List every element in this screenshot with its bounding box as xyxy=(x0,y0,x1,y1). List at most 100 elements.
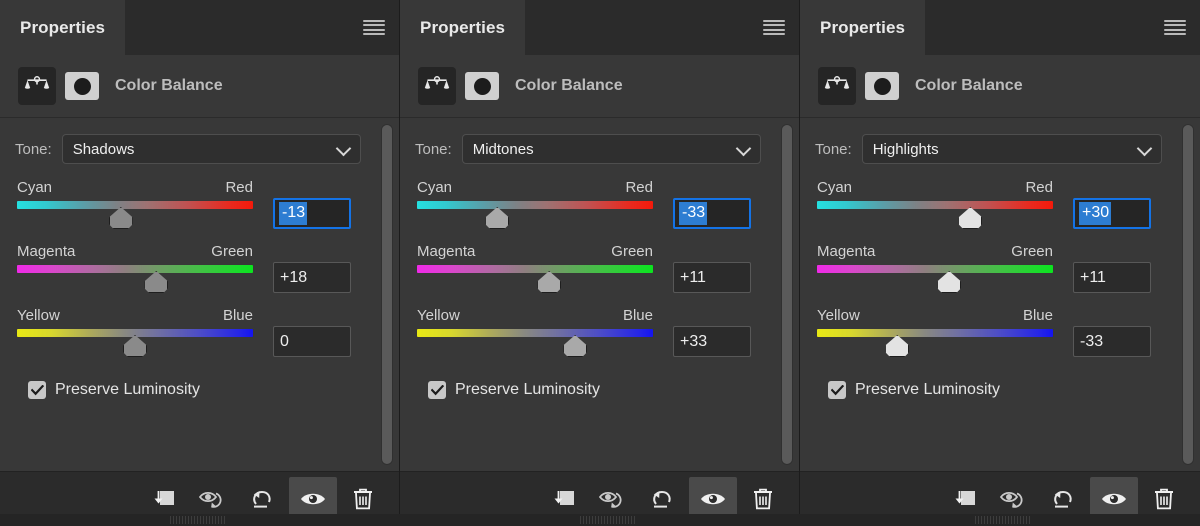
slider-left-label: Magenta xyxy=(817,243,876,260)
slider-captions: Magenta Green xyxy=(415,243,655,263)
slider-thumb[interactable] xyxy=(958,207,983,229)
scrollbar-thumb[interactable] xyxy=(782,125,792,464)
slider-list: Cyan Red +30 Magenta Green +11 Yellow Bl… xyxy=(800,179,1200,359)
tab-properties[interactable]: Properties xyxy=(0,0,126,55)
panel-scrollbar[interactable] xyxy=(781,124,793,465)
panel-tab-bar: Properties xyxy=(800,0,1200,55)
slider-captions: Yellow Blue xyxy=(15,307,255,327)
hamburger-icon[interactable] xyxy=(1164,20,1186,35)
slider-track-area[interactable] xyxy=(817,263,1053,295)
slider-value-input[interactable]: -33 xyxy=(673,198,751,229)
scrollbar-thumb[interactable] xyxy=(382,125,392,464)
properties-panel-3: Properties Color Balance Tone: Highlight… xyxy=(800,0,1200,526)
slider-thumb[interactable] xyxy=(123,335,147,357)
slider-group-yellow-blue: Yellow Blue +33 xyxy=(400,307,799,359)
slider-control: Magenta Green xyxy=(415,243,655,295)
slider-track-area[interactable] xyxy=(417,199,653,231)
chevron-down-icon xyxy=(335,140,352,157)
slider-control: Cyan Red xyxy=(415,179,655,231)
slider-thumb[interactable] xyxy=(937,271,962,293)
slider-left-label: Cyan xyxy=(17,179,53,196)
layer-mask-thumbnail-icon[interactable] xyxy=(465,72,499,100)
tab-properties[interactable]: Properties xyxy=(800,0,926,55)
panel-tab-bar: Properties xyxy=(0,0,399,55)
slider-value-input[interactable]: +33 xyxy=(673,326,751,357)
slider-track-area[interactable] xyxy=(17,199,253,231)
slider-thumb[interactable] xyxy=(563,335,588,357)
properties-panels-row: Properties Color Balance Tone: Shadows C… xyxy=(0,0,1200,526)
slider-value-text: +18 xyxy=(280,268,308,286)
slider-control: Yellow Blue xyxy=(415,307,655,359)
adjustment-title: Color Balance xyxy=(915,77,1023,94)
tab-label: Properties xyxy=(20,17,106,37)
slider-value-text: +30 xyxy=(1079,202,1112,225)
slider-left-label: Magenta xyxy=(417,243,476,260)
slider-left-label: Yellow xyxy=(417,307,460,324)
slider-track xyxy=(817,329,1053,337)
preserve-luminosity-checkbox[interactable] xyxy=(28,381,46,399)
layer-mask-thumbnail-icon[interactable] xyxy=(65,72,99,100)
hamburger-icon[interactable] xyxy=(363,20,385,35)
slider-value-input[interactable]: +11 xyxy=(1073,262,1151,293)
preserve-luminosity-row[interactable]: Preserve Luminosity xyxy=(0,381,399,399)
slider-thumb[interactable] xyxy=(885,335,910,357)
slider-group-yellow-blue: Yellow Blue 0 xyxy=(0,307,399,359)
slider-track-area[interactable] xyxy=(17,263,253,295)
slider-track-area[interactable] xyxy=(417,263,653,295)
slider-right-label: Red xyxy=(1025,179,1053,196)
mask-dot xyxy=(873,77,891,95)
slider-captions: Magenta Green xyxy=(15,243,255,263)
preserve-luminosity-checkbox[interactable] xyxy=(828,381,846,399)
slider-track-area[interactable] xyxy=(17,327,253,359)
slider-value-input[interactable]: -33 xyxy=(1073,326,1151,357)
slider-thumb[interactable] xyxy=(108,207,133,229)
slider-thumb[interactable] xyxy=(485,207,510,229)
tab-properties[interactable]: Properties xyxy=(400,0,526,55)
tone-select[interactable]: Highlights xyxy=(861,134,1162,164)
tone-select-value: Midtones xyxy=(472,140,534,158)
slider-value-text: 0 xyxy=(280,332,289,350)
slider-captions: Magenta Green xyxy=(815,243,1055,263)
scrollbar-thumb[interactable] xyxy=(1183,125,1193,464)
panel-scrollbar[interactable] xyxy=(381,124,393,465)
preserve-luminosity-checkbox[interactable] xyxy=(428,381,446,399)
tone-row: Tone: Shadows xyxy=(0,134,399,164)
slider-group-magenta-green: Magenta Green +11 xyxy=(400,243,799,295)
preserve-luminosity-row[interactable]: Preserve Luminosity xyxy=(800,381,1200,399)
slider-value-input[interactable]: 0 xyxy=(273,326,351,357)
slider-right-label: Green xyxy=(611,243,653,260)
resize-grip-icon[interactable] xyxy=(975,516,1031,524)
slider-track-area[interactable] xyxy=(817,327,1053,359)
slider-value-input[interactable]: +30 xyxy=(1073,198,1151,229)
tone-select-value: Shadows xyxy=(72,140,135,158)
slider-right-label: Blue xyxy=(1022,307,1053,324)
panel-scrollbar[interactable] xyxy=(1182,124,1194,465)
slider-right-label: Green xyxy=(1011,243,1053,260)
layer-mask-thumbnail-icon[interactable] xyxy=(865,72,899,100)
slider-value-input[interactable]: -13 xyxy=(273,198,351,229)
slider-control: Cyan Red xyxy=(15,179,255,231)
properties-panel-1: Properties Color Balance Tone: Shadows C… xyxy=(0,0,400,526)
slider-value-input[interactable]: +18 xyxy=(273,262,351,293)
slider-value-input[interactable]: +11 xyxy=(673,262,751,293)
slider-right-label: Green xyxy=(211,243,253,260)
mask-dot xyxy=(473,77,491,95)
resize-grip-icon[interactable] xyxy=(580,516,636,524)
slider-track-area[interactable] xyxy=(817,199,1053,231)
slider-thumb[interactable] xyxy=(144,271,169,293)
slider-thumb[interactable] xyxy=(537,271,562,293)
hamburger-icon[interactable] xyxy=(763,20,785,35)
slider-track-area[interactable] xyxy=(417,327,653,359)
resize-grip-icon[interactable] xyxy=(170,516,226,524)
tone-select[interactable]: Midtones xyxy=(461,134,761,164)
slider-control: Yellow Blue xyxy=(15,307,255,359)
slider-track xyxy=(17,201,253,209)
slider-right-label: Blue xyxy=(622,307,653,324)
slider-captions: Yellow Blue xyxy=(815,307,1055,327)
preserve-luminosity-row[interactable]: Preserve Luminosity xyxy=(400,381,799,399)
tone-select[interactable]: Shadows xyxy=(61,134,361,164)
slider-value-text: -13 xyxy=(279,202,308,225)
adjustment-header: Color Balance xyxy=(0,55,399,118)
slider-captions: Cyan Red xyxy=(815,179,1055,199)
tab-bar-spacer xyxy=(925,0,1200,55)
